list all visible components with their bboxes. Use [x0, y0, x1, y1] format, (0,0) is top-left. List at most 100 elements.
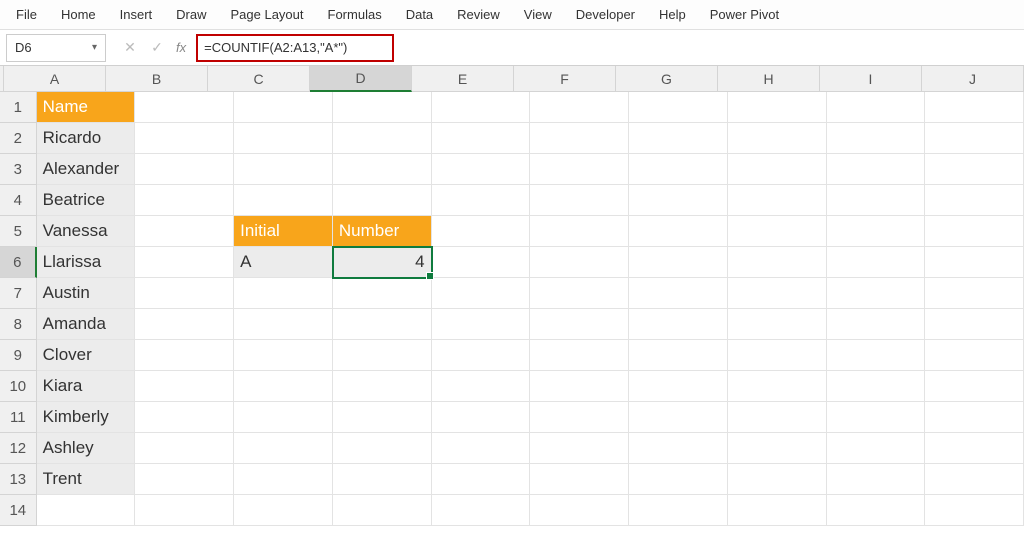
- cell-F11[interactable]: [530, 402, 629, 433]
- column-header-F[interactable]: F: [514, 66, 616, 92]
- cell-B14[interactable]: [135, 495, 234, 526]
- ribbon-tab-draw[interactable]: Draw: [164, 3, 218, 26]
- cell-A5[interactable]: Vanessa: [37, 216, 136, 247]
- column-header-I[interactable]: I: [820, 66, 922, 92]
- cell-F13[interactable]: [530, 464, 629, 495]
- cell-H3[interactable]: [728, 154, 827, 185]
- row-header-12[interactable]: 12: [0, 433, 37, 464]
- row-header-13[interactable]: 13: [0, 464, 37, 495]
- cell-C3[interactable]: [234, 154, 333, 185]
- cell-A1[interactable]: Name: [37, 92, 136, 123]
- cell-G10[interactable]: [629, 371, 728, 402]
- cell-I12[interactable]: [827, 433, 926, 464]
- cell-F6[interactable]: [530, 247, 629, 278]
- cell-J10[interactable]: [925, 371, 1024, 402]
- chevron-down-icon[interactable]: ▾: [92, 42, 97, 53]
- cell-A4[interactable]: Beatrice: [37, 185, 136, 216]
- cell-B7[interactable]: [135, 278, 234, 309]
- cell-D12[interactable]: [333, 433, 432, 464]
- cell-C6[interactable]: A: [234, 247, 333, 278]
- cell-D7[interactable]: [333, 278, 432, 309]
- cell-F1[interactable]: [530, 92, 629, 123]
- cell-I10[interactable]: [827, 371, 926, 402]
- cell-A8[interactable]: Amanda: [37, 309, 136, 340]
- cell-B11[interactable]: [135, 402, 234, 433]
- cell-G5[interactable]: [629, 216, 728, 247]
- cell-H14[interactable]: [728, 495, 827, 526]
- cell-D3[interactable]: [333, 154, 432, 185]
- cell-B4[interactable]: [135, 185, 234, 216]
- cell-D13[interactable]: [333, 464, 432, 495]
- cell-I4[interactable]: [827, 185, 926, 216]
- cell-C13[interactable]: [234, 464, 333, 495]
- cell-H1[interactable]: [728, 92, 827, 123]
- cell-A12[interactable]: Ashley: [37, 433, 136, 464]
- cell-E8[interactable]: [432, 309, 531, 340]
- cell-G1[interactable]: [629, 92, 728, 123]
- cell-E14[interactable]: [432, 495, 531, 526]
- cell-J7[interactable]: [925, 278, 1024, 309]
- cell-H2[interactable]: [728, 123, 827, 154]
- cell-J14[interactable]: [925, 495, 1024, 526]
- cell-A3[interactable]: Alexander: [37, 154, 136, 185]
- cell-C12[interactable]: [234, 433, 333, 464]
- cell-F3[interactable]: [530, 154, 629, 185]
- cell-H5[interactable]: [728, 216, 827, 247]
- cell-J3[interactable]: [925, 154, 1024, 185]
- cell-H8[interactable]: [728, 309, 827, 340]
- cell-D2[interactable]: [333, 123, 432, 154]
- row-header-8[interactable]: 8: [0, 309, 37, 340]
- row-header-14[interactable]: 14: [0, 495, 37, 526]
- cell-C8[interactable]: [234, 309, 333, 340]
- cell-G3[interactable]: [629, 154, 728, 185]
- cell-I8[interactable]: [827, 309, 926, 340]
- cell-H11[interactable]: [728, 402, 827, 433]
- cell-E7[interactable]: [432, 278, 531, 309]
- cell-A7[interactable]: Austin: [37, 278, 136, 309]
- ribbon-tab-page-layout[interactable]: Page Layout: [219, 3, 316, 26]
- cell-I6[interactable]: [827, 247, 926, 278]
- cell-H13[interactable]: [728, 464, 827, 495]
- cell-G8[interactable]: [629, 309, 728, 340]
- row-header-3[interactable]: 3: [0, 154, 37, 185]
- cell-E12[interactable]: [432, 433, 531, 464]
- cell-E3[interactable]: [432, 154, 531, 185]
- row-header-1[interactable]: 1: [0, 92, 37, 123]
- column-header-C[interactable]: C: [208, 66, 310, 92]
- cell-A6[interactable]: Llarissa: [37, 247, 136, 278]
- cell-F2[interactable]: [530, 123, 629, 154]
- cell-G12[interactable]: [629, 433, 728, 464]
- cell-E1[interactable]: [432, 92, 531, 123]
- cell-B12[interactable]: [135, 433, 234, 464]
- cell-E13[interactable]: [432, 464, 531, 495]
- cell-F14[interactable]: [530, 495, 629, 526]
- cell-C9[interactable]: [234, 340, 333, 371]
- ribbon-tab-formulas[interactable]: Formulas: [316, 3, 394, 26]
- cell-I3[interactable]: [827, 154, 926, 185]
- cell-E10[interactable]: [432, 371, 531, 402]
- column-header-B[interactable]: B: [106, 66, 208, 92]
- formula-input[interactable]: =COUNTIF(A2:A13,"A*"): [196, 34, 394, 62]
- cell-F9[interactable]: [530, 340, 629, 371]
- cell-B8[interactable]: [135, 309, 234, 340]
- cell-I5[interactable]: [827, 216, 926, 247]
- cell-D5[interactable]: Number: [333, 216, 432, 247]
- column-header-A[interactable]: A: [4, 66, 106, 92]
- cell-C14[interactable]: [234, 495, 333, 526]
- cell-G6[interactable]: [629, 247, 728, 278]
- ribbon-tab-home[interactable]: Home: [49, 3, 108, 26]
- cell-I1[interactable]: [827, 92, 926, 123]
- cell-H10[interactable]: [728, 371, 827, 402]
- row-header-5[interactable]: 5: [0, 216, 37, 247]
- cell-C2[interactable]: [234, 123, 333, 154]
- cancel-formula-button[interactable]: ✕: [120, 39, 140, 56]
- cell-F12[interactable]: [530, 433, 629, 464]
- cell-J9[interactable]: [925, 340, 1024, 371]
- cell-I13[interactable]: [827, 464, 926, 495]
- cell-G2[interactable]: [629, 123, 728, 154]
- ribbon-tab-help[interactable]: Help: [647, 3, 698, 26]
- cell-F4[interactable]: [530, 185, 629, 216]
- cell-G11[interactable]: [629, 402, 728, 433]
- cell-C10[interactable]: [234, 371, 333, 402]
- cell-B13[interactable]: [135, 464, 234, 495]
